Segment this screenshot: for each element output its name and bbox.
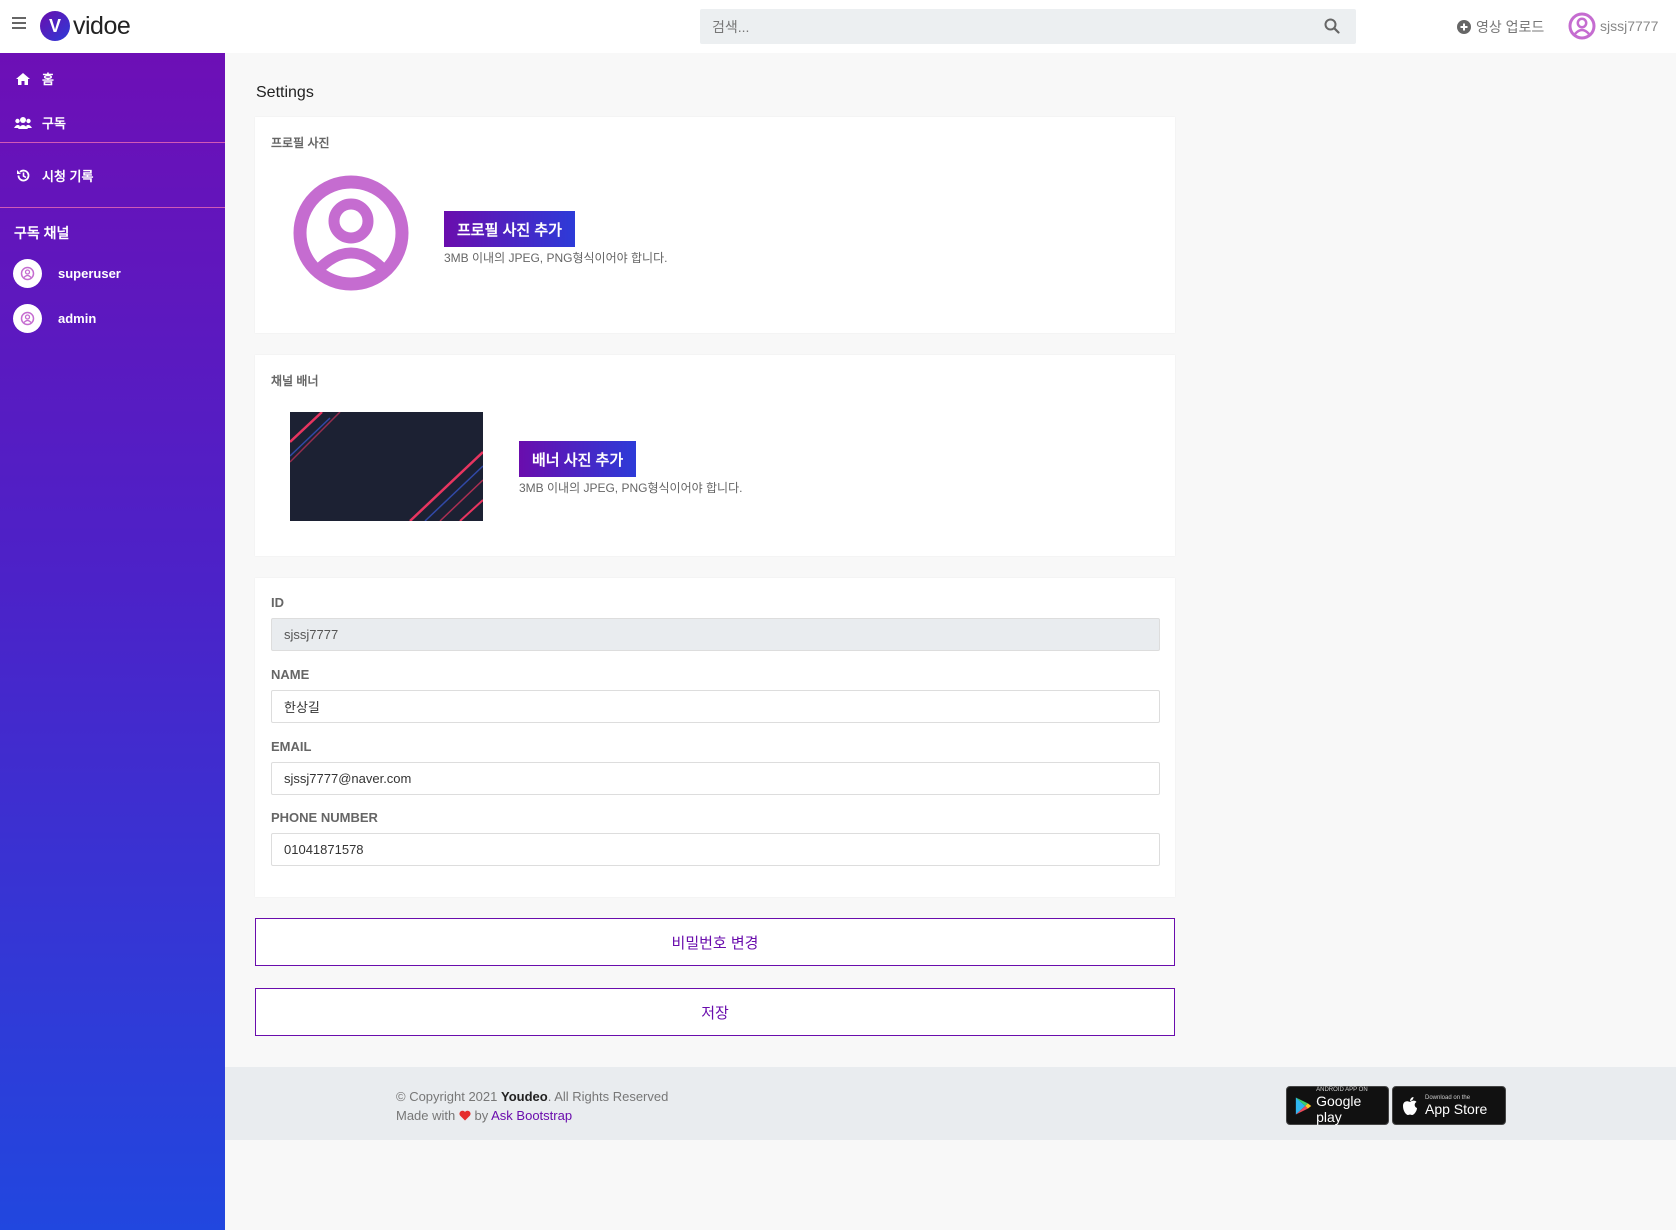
google-play-icon: [1295, 1096, 1312, 1115]
logo-text: vidoe: [73, 11, 131, 40]
plus-circle-icon: [1457, 20, 1471, 34]
apple-icon: [1403, 1096, 1417, 1115]
id-label: ID: [271, 595, 284, 610]
app-store-big: App Store: [1425, 1100, 1488, 1117]
subscribed-channels-heading: 구독 채널: [14, 225, 70, 241]
rights-text: . All Rights Reserved: [547, 1089, 669, 1104]
heart-icon: [459, 1110, 471, 1121]
add-banner-photo-button[interactable]: 배너 사진 추가: [519, 441, 637, 477]
users-icon: [14, 115, 32, 131]
channel-name: superuser: [58, 266, 121, 281]
search-bar: [700, 9, 1356, 44]
copyright-text: © Copyright 2021 Youdeo. All Rights Rese…: [396, 1087, 668, 1125]
channel-banner-card: 채널 배너 배너 사진 추가 3MB 이내의 JPEG, PNG형식이어야 합니…: [255, 355, 1175, 556]
logo-mark: V: [40, 11, 70, 41]
history-icon: [14, 168, 32, 184]
phone-field[interactable]: [271, 833, 1160, 866]
channel-item-admin[interactable]: admin: [13, 304, 96, 333]
id-field: [271, 618, 1160, 651]
sidebar-item-history[interactable]: 시청 기록: [14, 166, 93, 185]
footer: © Copyright 2021 Youdeo. All Rights Rese…: [225, 1067, 1676, 1140]
email-label: EMAIL: [271, 739, 312, 754]
page-title: Settings: [256, 84, 314, 101]
channel-item-superuser[interactable]: superuser: [13, 259, 121, 288]
sidebar-item-label: 홈: [42, 72, 54, 87]
brand-name: Youdeo: [500, 1089, 548, 1104]
user-menu[interactable]: sjssj7777: [1568, 12, 1658, 40]
top-navbar: V vidoe 영상 업로드 sjssj7777: [0, 0, 1676, 53]
ask-bootstrap-link[interactable]: Ask Bootstrap: [491, 1108, 572, 1123]
upload-video-link[interactable]: 영상 업로드: [1457, 17, 1544, 37]
google-play-badge[interactable]: ANDROID APP ON Google play: [1286, 1086, 1389, 1125]
by-text: by: [474, 1108, 489, 1123]
google-play-big: Google play: [1316, 1092, 1362, 1125]
name-label: NAME: [271, 667, 310, 682]
save-button[interactable]: 저장: [255, 988, 1175, 1036]
user-avatar-icon: [1568, 12, 1596, 40]
phone-label: PHONE NUMBER: [271, 810, 378, 825]
copyright-prefix: © Copyright 2021: [396, 1089, 498, 1104]
search-icon[interactable]: [1324, 18, 1340, 34]
user-circle-icon: [13, 304, 42, 333]
sidebar-item-label: 시청 기록: [42, 169, 94, 184]
name-field[interactable]: [271, 690, 1160, 723]
profile-photo-hint: 3MB 이내의 JPEG, PNG형식이어야 합니다.: [444, 251, 668, 265]
add-profile-photo-button[interactable]: 프로필 사진 추가: [444, 211, 575, 247]
sidebar-divider: [0, 142, 225, 143]
profile-photo-label: 프로필 사진: [271, 136, 330, 150]
user-circle-icon: [13, 259, 42, 288]
profile-photo-card: 프로필 사진 프로필 사진 추가 3MB 이내의 JPEG, PNG형식이어야 …: [255, 117, 1175, 333]
channel-banner-label: 채널 배너: [271, 374, 319, 388]
home-icon: [14, 71, 32, 87]
search-input[interactable]: [700, 9, 1300, 44]
made-with-text: Made with: [396, 1108, 456, 1123]
sidebar-item-home[interactable]: 홈: [14, 69, 54, 88]
banner-photo-hint: 3MB 이내의 JPEG, PNG형식이어야 합니다.: [519, 481, 743, 495]
sidebar: 홈 구독 시청 기록 구독 채널 superuser admin: [0, 53, 225, 1230]
username: sjssj7777: [1600, 18, 1659, 34]
app-store-badge[interactable]: Download on the App Store: [1392, 1086, 1506, 1125]
sidebar-item-label: 구독: [42, 116, 66, 131]
change-password-button[interactable]: 비밀번호 변경: [255, 918, 1175, 966]
channel-name: admin: [58, 311, 97, 326]
banner-image: [290, 412, 483, 521]
account-info-card: ID NAME EMAIL PHONE NUMBER: [255, 578, 1175, 897]
sidebar-item-subscriptions[interactable]: 구독: [14, 113, 66, 132]
logo[interactable]: V vidoe: [40, 11, 131, 41]
menu-toggle-icon[interactable]: [12, 17, 26, 29]
email-field[interactable]: [271, 762, 1160, 795]
upload-label: 영상 업로드: [1476, 19, 1545, 35]
profile-avatar-icon: [293, 175, 409, 291]
sidebar-divider: [0, 207, 225, 208]
